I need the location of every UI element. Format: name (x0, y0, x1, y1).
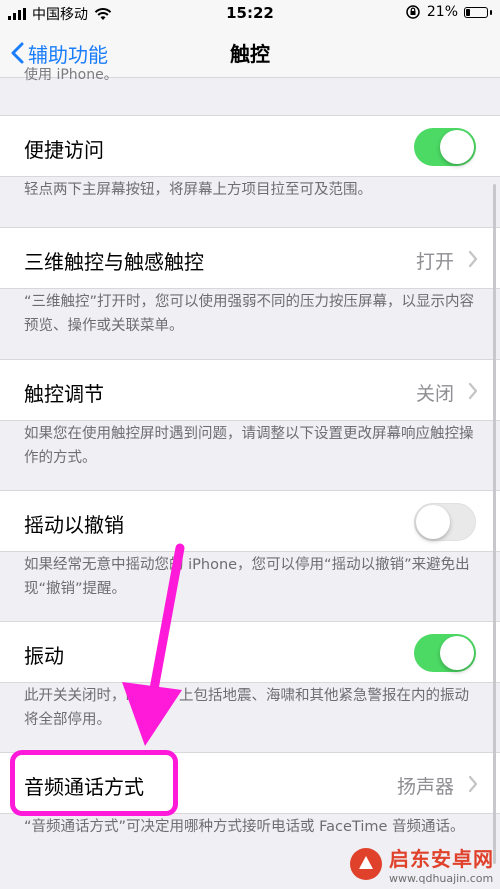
chevron-right-icon (468, 250, 478, 268)
3d-touch-value: 打开 (415, 251, 454, 273)
reachability-toggle[interactable] (414, 128, 476, 166)
touch-accommodations-description: 如果您在使用触控屏时遇到问题，请调整以下设置更改屏幕响应触控操作的方式。 (24, 426, 474, 466)
battery-icon (464, 6, 488, 18)
call-audio-routing-description: “音频通话方式”可决定用哪种方式接听电话或 FaceTime 音频通话。 (24, 819, 465, 835)
toggle-knob (440, 130, 474, 164)
chevron-right-icon (468, 382, 478, 400)
watermark-text: 启东安卓网 www.qdhuajin.com (389, 843, 494, 885)
shake-to-undo-description: 如果经常无意中摇动您的 iPhone，您可以停用“摇动以撤销”来避免出现“撤销”… (24, 557, 470, 597)
row-3d-touch[interactable]: 三维触控与触感触控 打开 (0, 227, 500, 289)
reachability-label: 便捷访问 (24, 138, 104, 162)
shake-to-undo-label: 摇动以撤销 (24, 513, 124, 537)
toggle-knob (416, 505, 450, 539)
previous-section-text: 使用 iPhone。 (24, 67, 118, 83)
chevron-right-icon (468, 775, 478, 793)
3d-touch-label: 三维触控与触感触控 (24, 250, 204, 274)
settings-screen: 中国移动 15:22 21% 辅助功能 触控 使用 iPhone。 便捷访问 轻… (0, 0, 500, 889)
row-reachability: 便捷访问 (0, 115, 500, 177)
watermark-name: 启东安卓网 (389, 847, 494, 871)
battery-percent: 21% (426, 4, 458, 20)
battery-cap (490, 9, 492, 15)
status-bar: 中国移动 15:22 21% (0, 0, 500, 28)
row-vibration: 振动 (0, 621, 500, 683)
row-shake-to-undo: 摇动以撤销 (0, 490, 500, 552)
watermark-logo-icon (350, 848, 382, 880)
3d-touch-description: “三维触控”打开时，您可以使用强弱不同的压力按压屏幕，以显示内容预览、操作或关联… (24, 294, 475, 334)
touch-accommodations-value: 关闭 (415, 383, 454, 405)
scrollbar[interactable] (493, 184, 496, 864)
toggle-knob (440, 636, 474, 670)
call-audio-routing-value: 扬声器 (396, 776, 454, 798)
touch-accommodations-label: 触控调节 (24, 382, 104, 406)
navigation-bar: 辅助功能 触控 使用 iPhone。 (0, 28, 500, 83)
vibration-toggle[interactable] (414, 634, 476, 672)
vibration-label: 振动 (24, 644, 64, 668)
reachability-description: 轻点两下主屏幕按钮，将屏幕上方项目拉至可及范围。 (24, 182, 372, 198)
orientation-lock-icon (406, 5, 420, 19)
battery-fill (466, 8, 470, 16)
watermark: 启东安卓网 www.qdhuajin.com (349, 843, 494, 885)
watermark-url: www.qdhuajin.com (389, 872, 494, 885)
row-touch-accommodations[interactable]: 触控调节 关闭 (0, 359, 500, 421)
annotation-highlight-box (10, 750, 178, 816)
vibration-description: 此开关关闭时，iPhone 上包括地震、海啸和其他紧急警报在内的振动将全部停用。 (24, 688, 470, 728)
status-right: 21% (405, 4, 492, 20)
page-title: 触控 (230, 42, 270, 66)
shake-to-undo-toggle[interactable] (414, 503, 476, 541)
